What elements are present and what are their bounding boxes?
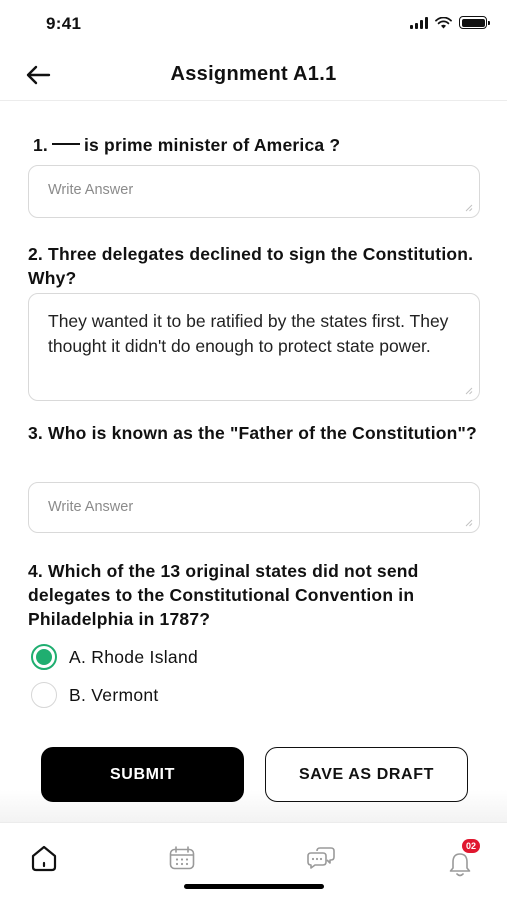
answer-field-1[interactable] <box>28 165 480 218</box>
question-text: is prime minister of America ? <box>84 135 341 155</box>
question-4: 4. Which of the 13 original states did n… <box>28 561 419 629</box>
option-label: A. Rhode Island <box>69 646 199 667</box>
status-bar: 9:41 <box>0 0 507 50</box>
chat-icon <box>307 847 335 869</box>
answer-field-2[interactable]: They wanted it to be ratified by the sta… <box>28 293 480 401</box>
question-3: 3. Who is known as the "Father of the Co… <box>28 423 477 443</box>
status-time: 9:41 <box>46 14 82 33</box>
bell-icon <box>449 853 471 877</box>
notification-badge: 02 <box>462 839 480 853</box>
page-title: Assignment A1.1 <box>170 63 337 85</box>
tab-calendar[interactable] <box>162 841 202 875</box>
answer-input-3[interactable] <box>29 483 479 532</box>
tab-notifications[interactable]: 02 <box>440 839 480 877</box>
question-number: 1. <box>33 135 48 155</box>
answer-field-3[interactable] <box>28 482 480 533</box>
fill-blank <box>52 143 80 146</box>
question-1: 1. is prime minister of America ? <box>33 133 483 157</box>
question-2: 2. Three delegates declined to sign the … <box>28 244 474 288</box>
tab-messages[interactable] <box>301 841 341 875</box>
resize-handle-icon[interactable] <box>464 518 473 527</box>
home-indicator <box>184 884 324 889</box>
battery-icon <box>459 16 490 29</box>
tab-home[interactable] <box>24 841 64 875</box>
answer-input-2[interactable]: They wanted it to be ratified by the sta… <box>29 294 479 400</box>
status-icons <box>410 16 490 29</box>
resize-handle-icon[interactable] <box>464 203 473 212</box>
resize-handle-icon[interactable] <box>464 386 473 395</box>
header: Assignment A1.1 <box>0 50 507 101</box>
home-icon <box>31 845 57 872</box>
save-draft-button[interactable]: SAVE AS DRAFT <box>265 747 468 802</box>
signal-icon <box>410 16 428 29</box>
radio-button-checked[interactable] <box>31 644 57 670</box>
calendar-icon <box>169 846 195 870</box>
wifi-icon <box>435 16 452 28</box>
radio-button[interactable] <box>31 682 57 708</box>
option-rhode-island[interactable]: A. Rhode Island <box>31 644 198 670</box>
option-vermont[interactable]: B. Vermont <box>31 682 159 708</box>
option-label: B. Vermont <box>69 684 159 705</box>
answer-input-1[interactable] <box>29 166 479 217</box>
submit-button[interactable]: SUBMIT <box>41 747 244 802</box>
